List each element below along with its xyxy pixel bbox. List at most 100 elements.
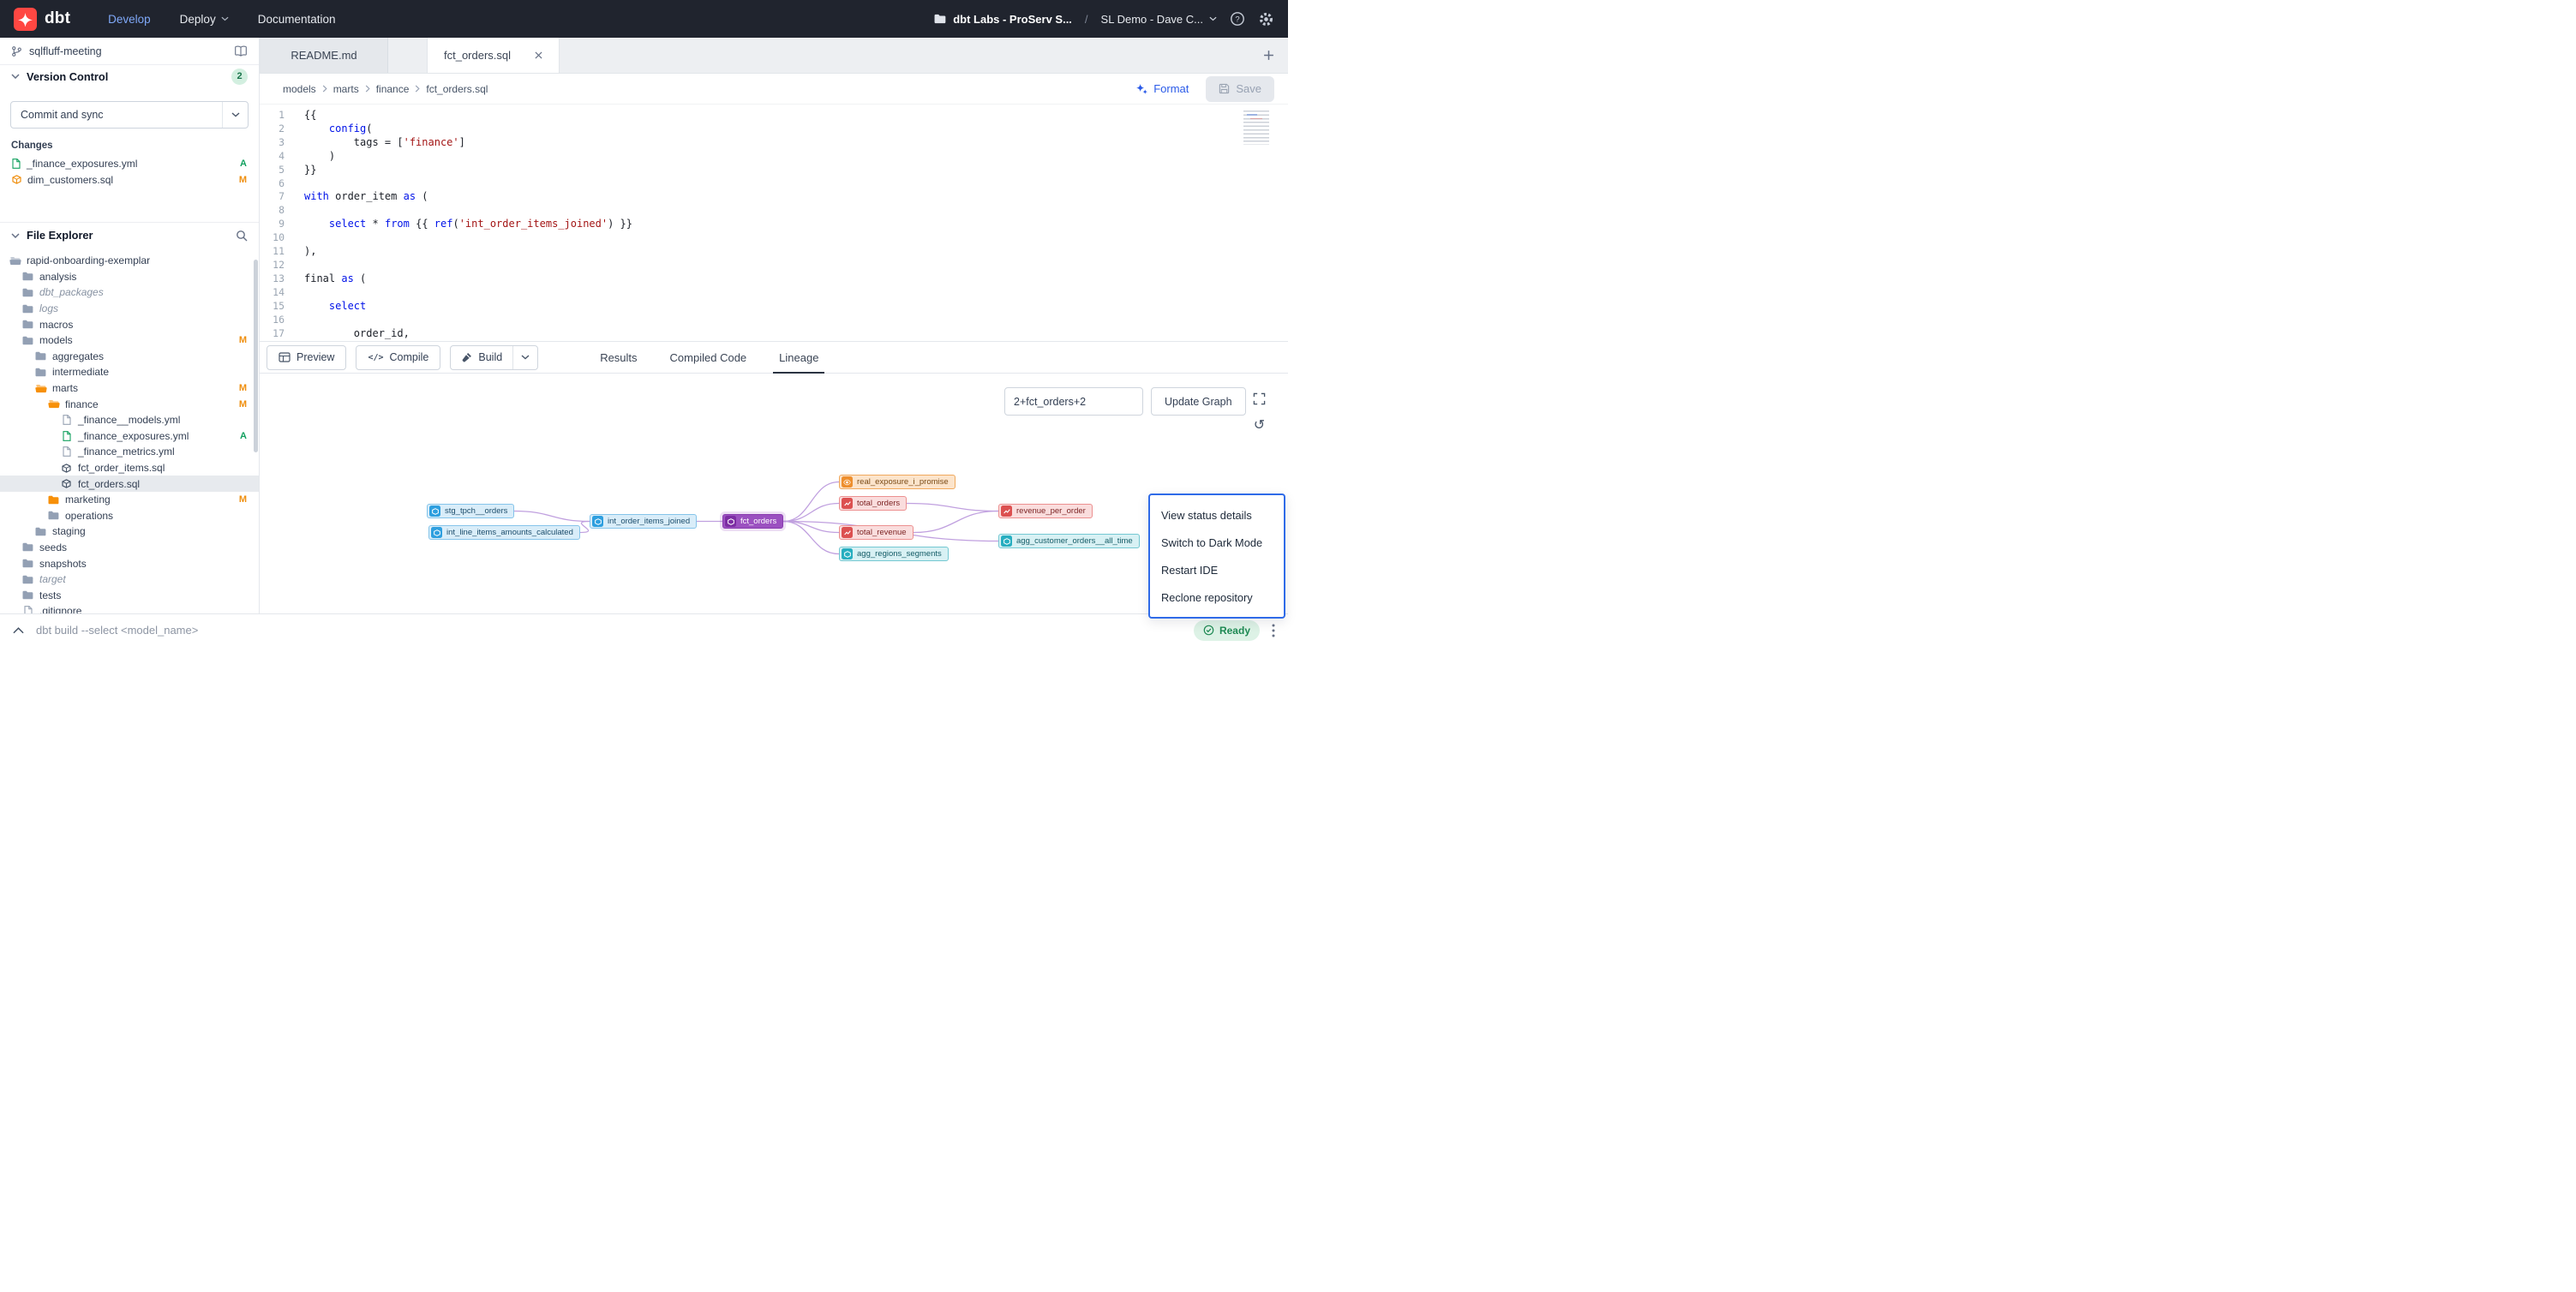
tree-item[interactable]: tests xyxy=(0,587,259,603)
tree-item[interactable]: macros xyxy=(0,316,259,332)
account-selector[interactable]: dbt Labs - ProServ S... xyxy=(934,13,1072,26)
save-button[interactable]: Save xyxy=(1206,76,1274,102)
file-icon xyxy=(34,368,47,377)
settings-button[interactable] xyxy=(1258,11,1274,27)
tree-item[interactable]: dbt_packages xyxy=(0,284,259,301)
tree-item[interactable]: marts M xyxy=(0,380,259,397)
lineage-node[interactable]: agg_regions_segments xyxy=(839,547,949,561)
model-icon xyxy=(842,548,853,559)
compile-button[interactable]: </> Compile xyxy=(356,345,440,370)
node-label: real_exposure_i_promise xyxy=(857,477,949,487)
tab-fct-orders[interactable]: fct_orders.sql xyxy=(427,38,560,73)
commit-and-sync-button[interactable]: Commit and sync xyxy=(10,101,249,129)
tab-lineage-label: Lineage xyxy=(779,351,818,364)
tree-item[interactable]: snapshots xyxy=(0,555,259,571)
menu-item-view-status[interactable]: View status details xyxy=(1150,501,1284,529)
code-text: final as ( xyxy=(304,272,366,286)
tab-results[interactable]: Results xyxy=(584,342,653,373)
tree-item[interactable]: fct_orders.sql xyxy=(0,476,259,492)
file-explorer-header[interactable]: File Explorer xyxy=(0,222,259,248)
tree-item[interactable]: finance M xyxy=(0,396,259,412)
tree-item[interactable]: marketing M xyxy=(0,492,259,508)
nav-deploy[interactable]: Deploy xyxy=(180,13,229,26)
branch-name: sqlfluff-meeting xyxy=(29,45,102,57)
tree-item[interactable]: target xyxy=(0,571,259,588)
lineage-node[interactable]: revenue_per_order xyxy=(998,504,1093,518)
metric-icon xyxy=(842,527,853,538)
code-line: 8 xyxy=(260,204,1288,218)
git-status-badge: A xyxy=(240,431,247,441)
docs-button[interactable] xyxy=(234,45,248,57)
tree-item[interactable]: _finance_exposures.yml A xyxy=(0,428,259,445)
lineage-node[interactable]: stg_tpch__orders xyxy=(427,504,514,518)
update-graph-button[interactable]: Update Graph xyxy=(1151,387,1246,416)
tree-item[interactable]: intermediate xyxy=(0,364,259,380)
tab-readme[interactable]: README.md xyxy=(260,38,388,73)
tab-lineage[interactable]: Lineage xyxy=(763,342,835,373)
lineage-node[interactable]: real_exposure_i_promise xyxy=(839,475,956,489)
breadcrumb-marts[interactable]: marts xyxy=(333,83,359,95)
commit-options-caret[interactable] xyxy=(222,102,248,128)
tree-item[interactable]: models M xyxy=(0,332,259,349)
tree-item[interactable]: logs xyxy=(0,301,259,317)
dbt-brand[interactable]: dbt xyxy=(14,8,70,31)
tree-item[interactable]: fct_order_items.sql xyxy=(0,460,259,476)
file-search-button[interactable] xyxy=(236,230,248,242)
lineage-node[interactable]: total_revenue xyxy=(839,525,914,540)
tab-compiled-code[interactable]: Compiled Code xyxy=(654,342,764,373)
lineage-node[interactable]: fct_orders xyxy=(722,514,783,529)
nav-develop[interactable]: Develop xyxy=(108,13,151,26)
breadcrumb-finance[interactable]: finance xyxy=(376,83,410,95)
changed-file-row[interactable]: dim_customers.sql M xyxy=(0,171,259,188)
lineage-selector-input[interactable] xyxy=(1004,387,1143,416)
line-number: 13 xyxy=(260,272,296,286)
lineage-node[interactable]: agg_customer_orders__all_time xyxy=(998,534,1140,548)
chevron-down-icon xyxy=(521,355,530,360)
tree-item[interactable]: operations xyxy=(0,508,259,524)
changed-file-row[interactable]: _finance_exposures.yml A xyxy=(0,155,259,171)
file-name: analysis xyxy=(39,271,76,283)
lineage-node[interactable]: total_orders xyxy=(839,496,907,511)
tree-item[interactable]: staging xyxy=(0,523,259,540)
breadcrumb-models[interactable]: models xyxy=(283,83,316,95)
preview-button[interactable]: Preview xyxy=(267,345,346,370)
tree-item[interactable]: rapid-onboarding-exemplar xyxy=(0,253,259,269)
menu-item-dark-mode[interactable]: Switch to Dark Mode xyxy=(1150,529,1284,556)
chevron-down-icon xyxy=(11,233,20,238)
version-control-header[interactable]: Version Control 2 xyxy=(0,64,259,87)
lineage-node[interactable]: int_order_items_joined xyxy=(590,514,697,529)
tree-item[interactable]: .gitignore xyxy=(0,603,259,613)
line-number: 16 xyxy=(260,314,296,327)
model-icon xyxy=(725,516,736,527)
tree-scrollbar[interactable] xyxy=(254,260,258,452)
new-tab-button[interactable] xyxy=(1263,50,1274,61)
tree-item[interactable]: _finance_metrics.yml xyxy=(0,444,259,460)
reset-view-button[interactable]: ↺ xyxy=(1254,419,1265,433)
format-button[interactable]: Format xyxy=(1136,82,1189,95)
build-button[interactable]: Build xyxy=(450,345,538,370)
command-input[interactable] xyxy=(36,624,1182,637)
code-editor[interactable]: 1{{2 config(3 tags = ['finance']4 )5}}67… xyxy=(260,105,1288,341)
menu-item-reclone-repo[interactable]: Reclone repository xyxy=(1150,583,1284,611)
project-selector[interactable]: SL Demo - Dave C... xyxy=(1101,13,1217,26)
tree-item[interactable]: _finance__models.yml xyxy=(0,412,259,428)
file-name: _finance_metrics.yml xyxy=(78,446,175,458)
preview-label: Preview xyxy=(297,351,334,363)
build-options-caret[interactable] xyxy=(512,346,537,369)
close-tab-icon[interactable] xyxy=(535,51,542,59)
search-icon xyxy=(236,230,248,242)
lineage-node[interactable]: int_line_items_amounts_calculated xyxy=(428,525,580,540)
menu-item-restart-ide[interactable]: Restart IDE xyxy=(1150,556,1284,583)
tree-item[interactable]: seeds xyxy=(0,540,259,556)
minimap[interactable] xyxy=(1243,111,1278,148)
nav-documentation[interactable]: Documentation xyxy=(258,13,336,26)
expand-panel-button[interactable] xyxy=(13,627,24,634)
tree-item[interactable]: analysis xyxy=(0,269,259,285)
file-icon xyxy=(60,464,73,473)
fullscreen-button[interactable] xyxy=(1253,392,1266,405)
top-navigation-bar: dbt Develop Deploy Documentation dbt Lab… xyxy=(0,0,1288,38)
tree-item[interactable]: aggregates xyxy=(0,349,259,365)
help-button[interactable]: ? xyxy=(1230,11,1245,27)
more-options-button[interactable] xyxy=(1272,624,1275,637)
code-text: }} xyxy=(304,164,316,177)
